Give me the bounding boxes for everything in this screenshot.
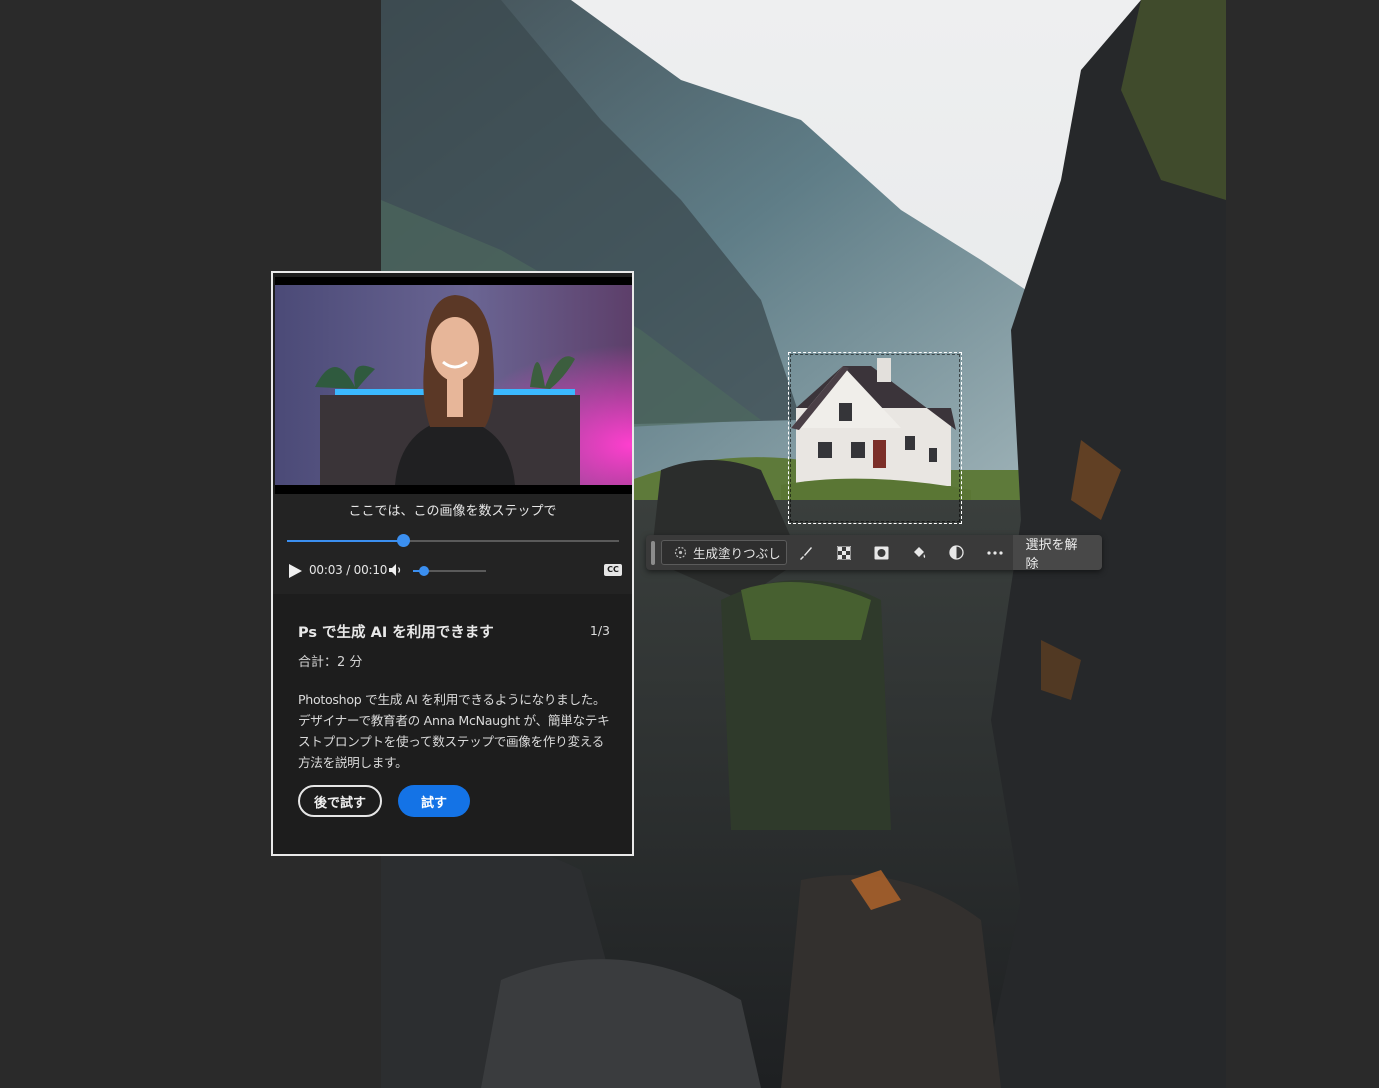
tutorial-video[interactable]	[275, 277, 632, 494]
generative-sparkle-icon	[674, 546, 687, 559]
more-icon[interactable]	[976, 535, 1014, 570]
play-icon[interactable]	[287, 563, 303, 579]
panel-description: Photoshop で生成 AI を利用できるようになりました。デザイナーで教育…	[298, 692, 610, 770]
try-button[interactable]: 試す	[398, 785, 470, 817]
fill-bucket-icon[interactable]	[900, 535, 938, 570]
video-progress-bar[interactable]	[287, 534, 619, 547]
video-frame	[275, 277, 632, 494]
contextual-task-bar: 生成塗りつぶし 選択を解除	[646, 535, 1102, 572]
selection-marquee[interactable]	[788, 352, 962, 524]
video-progress-fill	[287, 540, 404, 542]
time-display: 00:03 / 00:10	[309, 563, 388, 577]
generative-fill-label: 生成塗りつぶし	[692, 546, 781, 561]
volume-slider[interactable]	[413, 566, 486, 576]
deselect-button[interactable]: 選択を解除	[1013, 535, 1102, 572]
volume-icon[interactable]	[388, 562, 404, 578]
learn-panel: ここでは、この画像を数ステップで 00:03 / 00:10 CC Ps で生成…	[271, 271, 634, 856]
video-progress-knob[interactable]	[397, 534, 411, 547]
brush-icon[interactable]	[787, 535, 825, 570]
total-time: 合計：2 分	[298, 655, 363, 670]
closed-captions-button[interactable]: CC	[604, 564, 622, 576]
panel-info: Ps で生成 AI を利用できます 1/3 合計：2 分 Photoshop で…	[298, 621, 610, 773]
drag-handle[interactable]	[651, 540, 655, 565]
volume-knob[interactable]	[418, 566, 429, 576]
checkerboard-icon[interactable]	[825, 535, 863, 570]
try-later-button[interactable]: 後で試す	[298, 785, 382, 817]
step-counter: 1/3	[589, 623, 610, 638]
panel-title: Ps で生成 AI を利用できます	[298, 625, 494, 641]
mask-icon[interactable]	[863, 535, 901, 570]
generative-fill-button[interactable]: 生成塗りつぶし	[660, 540, 788, 565]
video-caption: ここでは、この画像を数ステップで	[348, 504, 557, 519]
adjustment-icon[interactable]	[938, 535, 976, 570]
video-controls: ここでは、この画像を数ステップで 00:03 / 00:10 CC	[273, 494, 632, 594]
